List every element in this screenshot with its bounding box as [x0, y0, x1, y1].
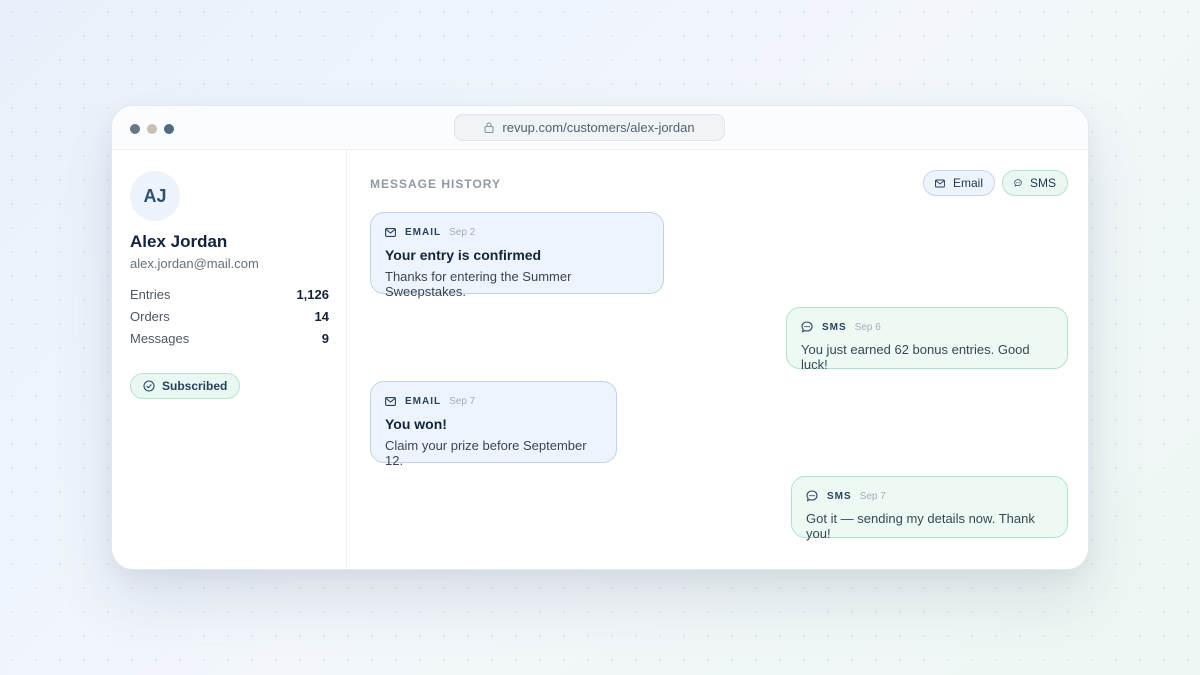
window-minimize-dot[interactable] [147, 124, 157, 134]
message-subject: You won! [385, 416, 447, 432]
sms-filter-button[interactable]: SMS [1002, 170, 1068, 196]
mail-icon [385, 396, 396, 406]
mail-icon [385, 227, 396, 237]
mail-icon [935, 178, 945, 188]
lock-icon [484, 122, 494, 133]
section-title: MESSAGE HISTORY [370, 177, 502, 191]
message-channel: SMS [822, 321, 847, 333]
email-message[interactable]: EMAIL Sep 2 Your entry is confirmed Than… [370, 212, 664, 299]
sms-message[interactable]: SMS Sep 6 You just earned 62 bonus entri… [786, 307, 1068, 372]
message-date: Sep 7 [449, 395, 476, 407]
window-close-dot[interactable] [130, 124, 140, 134]
url-text: revup.com/customers/alex-jordan [502, 120, 695, 135]
chat-bubble-icon [1014, 179, 1022, 187]
browser-window: revup.com/customers/alex-jordan AJ Alex … [111, 105, 1089, 570]
status-label: Subscribed [162, 379, 228, 393]
message-channel: SMS [827, 490, 852, 502]
message-body: Thanks for entering the Summer Sweepstak… [385, 269, 572, 299]
check-circle-icon [143, 380, 155, 392]
message-date: Sep 2 [449, 226, 476, 238]
message-body: Claim your prize before September 12. [385, 438, 587, 468]
message-date: Sep 7 [859, 490, 886, 502]
chat-bubble-icon [806, 490, 818, 502]
chat-bubble-icon [801, 321, 813, 333]
window-maximize-dot[interactable] [164, 124, 174, 134]
message-channel: EMAIL [405, 395, 442, 407]
email-filter-label: Email [952, 176, 983, 190]
message-date: Sep 6 [854, 321, 881, 333]
email-filter-button[interactable]: Email [923, 170, 995, 196]
status-badge: Subscribed [130, 373, 241, 399]
address-bar[interactable]: revup.com/customers/alex-jordan [454, 114, 725, 141]
stat-orders: Orders 14 [130, 309, 329, 324]
message-body: You just earned 62 bonus entries. Good l… [801, 342, 1030, 372]
stat-label: Entries [130, 287, 171, 302]
avatar: AJ [130, 171, 180, 221]
stat-label: Messages [130, 331, 190, 346]
stat-value: 14 [314, 309, 329, 324]
customer-email: alex.jordan@mail.com [130, 256, 259, 271]
customer-name: Alex Jordan [130, 232, 228, 251]
message-body: Got it — sending my details now. Thank y… [806, 511, 1035, 541]
stat-label: Orders [130, 309, 170, 324]
message-history-panel: MESSAGE HISTORY Email SMS EMAIL Sep 2 Yo… [347, 150, 1088, 569]
sms-message[interactable]: SMS Sep 7 Got it — sending my details no… [791, 476, 1068, 541]
sms-filter-label: SMS [1029, 176, 1056, 190]
customer-sidebar: AJ Alex Jordan alex.jordan@mail.com Entr… [112, 150, 347, 569]
title-bar: revup.com/customers/alex-jordan [112, 106, 1088, 150]
stat-value: 1,126 [296, 287, 329, 302]
stat-value: 9 [321, 331, 329, 346]
message-channel: EMAIL [405, 226, 442, 238]
email-message[interactable]: EMAIL Sep 7 You won! Claim your prize be… [370, 381, 617, 468]
message-subject: Your entry is confirmed [385, 247, 542, 263]
stat-messages: Messages 9 [130, 331, 329, 346]
stat-entries: Entries 1,126 [130, 287, 329, 302]
